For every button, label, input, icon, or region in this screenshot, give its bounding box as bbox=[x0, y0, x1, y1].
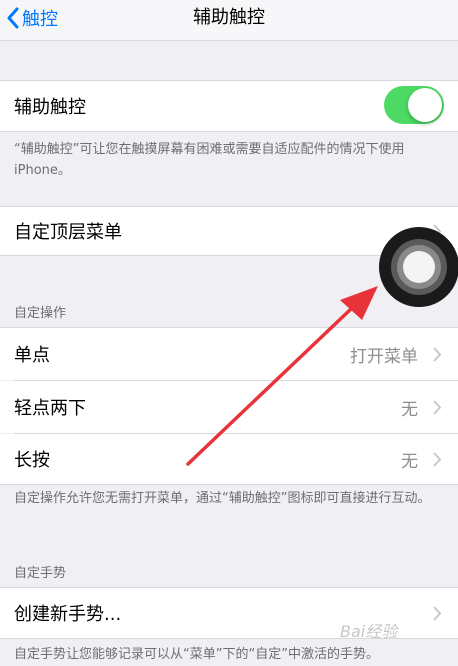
create-gesture-label: 创建新手势... bbox=[14, 604, 122, 625]
long-press-row[interactable]: 长按 无 bbox=[0, 434, 458, 484]
assistive-touch-icon[interactable] bbox=[378, 226, 458, 308]
long-press-label: 长按 bbox=[14, 450, 50, 471]
chevron-right-icon bbox=[433, 605, 442, 621]
divider bbox=[0, 131, 458, 132]
customize-top-menu-label: 自定顶层菜单 bbox=[14, 222, 122, 243]
assistive-touch-description: “辅助触控”可让您在触摸屏幕有困难或需要自适应配件的情况下使用iPhone。 bbox=[14, 142, 405, 178]
single-tap-row[interactable]: 单点 打开菜单 bbox=[0, 328, 458, 380]
navigation-bar: 触控 辅助触控 bbox=[0, 0, 458, 41]
custom-actions-header: 自定操作 bbox=[14, 306, 67, 321]
toggle-knob bbox=[408, 88, 442, 122]
chevron-right-icon bbox=[433, 399, 442, 415]
assistive-touch-label: 辅助触控 bbox=[14, 97, 86, 118]
watermark: Bai经验 bbox=[340, 622, 398, 641]
custom-gestures-header: 自定手势 bbox=[14, 566, 67, 581]
chevron-right-icon bbox=[433, 451, 442, 467]
long-press-value: 无 bbox=[401, 451, 418, 472]
single-tap-value: 打开菜单 bbox=[350, 346, 418, 367]
double-tap-row[interactable]: 轻点两下 无 bbox=[0, 381, 458, 433]
single-tap-label: 单点 bbox=[14, 345, 50, 366]
double-tap-value: 无 bbox=[401, 399, 418, 420]
divider bbox=[0, 484, 458, 485]
custom-actions-footer: 自定操作允许您无需打开菜单，通过“辅助触控”图标即可直接进行互动。 bbox=[14, 491, 431, 506]
page-title: 辅助触控 bbox=[193, 7, 265, 28]
custom-gestures-footer: 自定手势让您能够记录可以从“菜单”下的“自定”中激活的手势。 bbox=[14, 647, 379, 662]
double-tap-label: 轻点两下 bbox=[14, 398, 86, 419]
chevron-right-icon bbox=[433, 346, 442, 362]
assistive-touch-toggle[interactable] bbox=[384, 86, 444, 124]
